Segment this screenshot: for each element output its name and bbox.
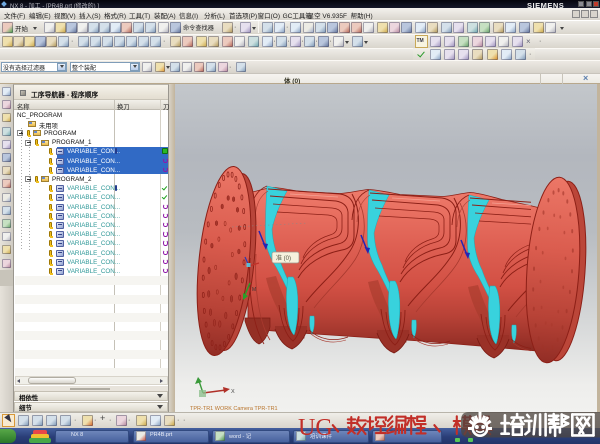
svg-text:UG: UG bbox=[298, 415, 333, 441]
